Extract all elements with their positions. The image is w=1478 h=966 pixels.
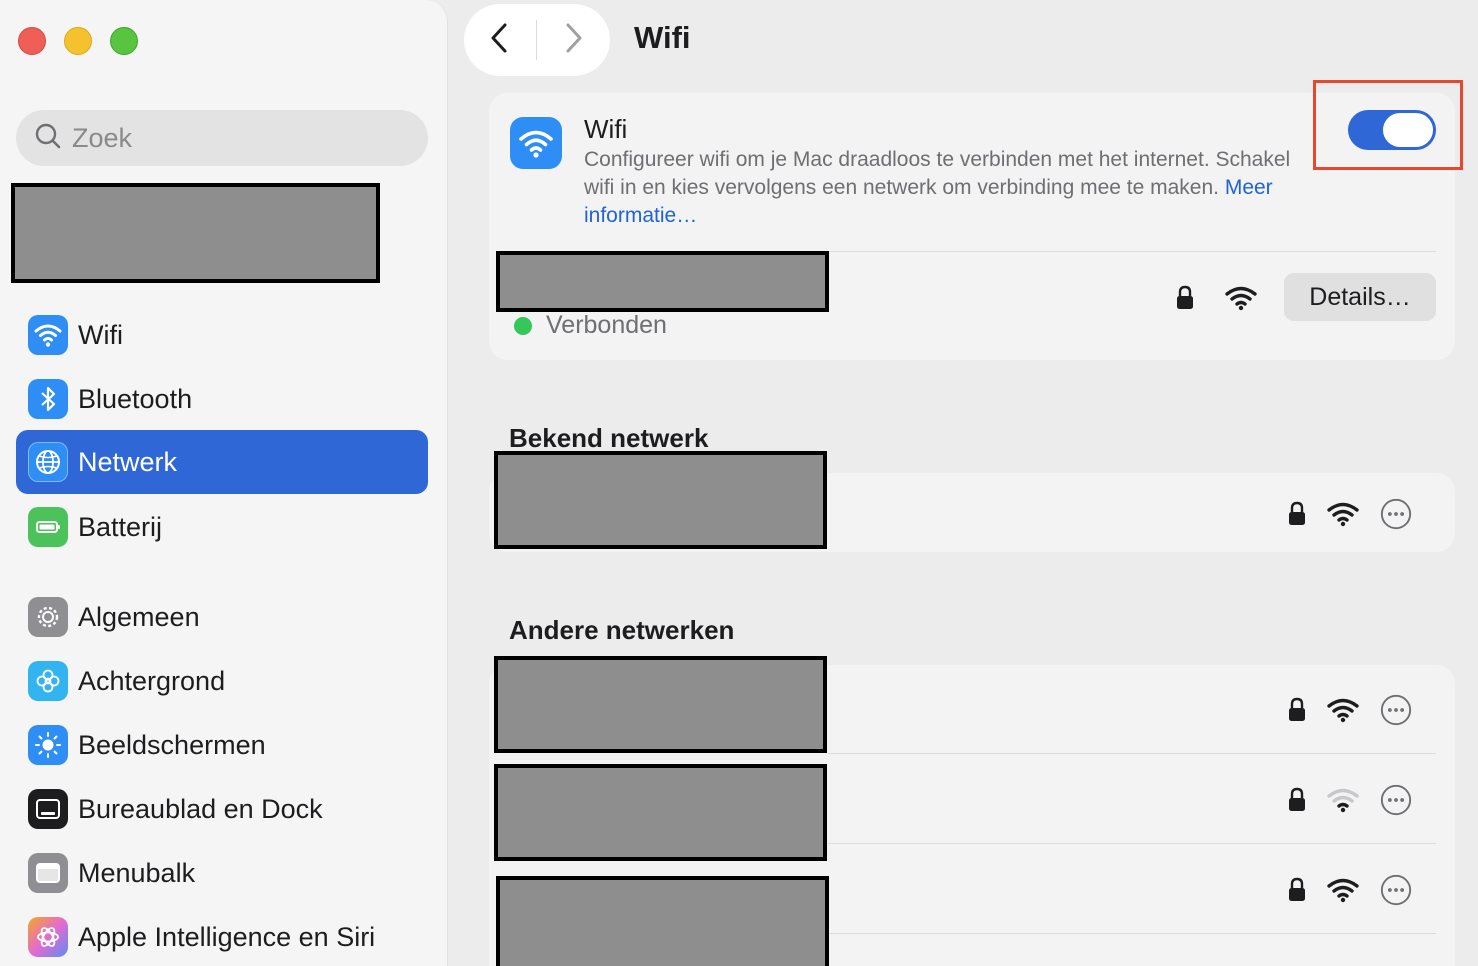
lock-icon bbox=[1172, 284, 1198, 312]
other-network-name-redacted[interactable] bbox=[494, 656, 827, 753]
flower-icon bbox=[28, 661, 68, 701]
details-button[interactable]: Details… bbox=[1284, 273, 1436, 321]
connected-status-text: Verbonden bbox=[546, 311, 667, 339]
gear-icon bbox=[28, 597, 68, 637]
sidebar: Wifi Bluetooth Netwerk Batterij Algemeen… bbox=[0, 0, 448, 966]
sidebar-item-label: Beeldschermen bbox=[78, 729, 266, 760]
sidebar-item-achtergrond[interactable]: Achtergrond bbox=[16, 649, 428, 713]
wifi-signal-icon bbox=[1224, 284, 1258, 312]
wifi-card-title: Wifi bbox=[584, 114, 628, 144]
main-content: Wifi Wifi Configureer wifi om je Mac dra… bbox=[448, 0, 1478, 966]
wifi-description-text: Configureer wifi om je Mac draadloos te … bbox=[584, 148, 1291, 199]
sidebar-item-label: Netwerk bbox=[78, 446, 178, 477]
search-icon bbox=[34, 122, 62, 155]
wifi-signal-weak-icon bbox=[1326, 786, 1360, 814]
sun-icon bbox=[28, 725, 68, 765]
sidebar-item-label: Apple Intelligence en Siri bbox=[78, 921, 376, 952]
lock-icon bbox=[1284, 876, 1310, 904]
chevron-right-icon bbox=[560, 22, 586, 59]
minimize-window-button[interactable] bbox=[64, 27, 92, 55]
account-redacted[interactable] bbox=[11, 183, 380, 283]
wifi-card-description: Configureer wifi om je Mac draadloos te … bbox=[584, 146, 1324, 230]
sidebar-item-label: Algemeen bbox=[78, 601, 200, 632]
more-options-icon[interactable] bbox=[1378, 872, 1414, 908]
sidebar-item-bureaublad-en-dock[interactable]: Bureaublad en Dock bbox=[16, 777, 428, 841]
sidebar-item-label: Batterij bbox=[78, 511, 163, 542]
zoom-window-button[interactable] bbox=[110, 27, 138, 55]
more-options-icon[interactable] bbox=[1378, 496, 1414, 532]
sidebar-item-label: Menubalk bbox=[78, 857, 196, 888]
sidebar-item-batterij[interactable]: Batterij bbox=[16, 495, 428, 559]
sidebar-item-netwerk[interactable]: Netwerk bbox=[16, 430, 428, 494]
divider bbox=[828, 933, 1436, 934]
lock-icon bbox=[1284, 696, 1310, 724]
wifi-signal-icon bbox=[1326, 696, 1360, 724]
wifi-icon bbox=[28, 315, 68, 355]
bluetooth-icon bbox=[28, 379, 68, 419]
wifi-app-icon bbox=[510, 117, 562, 169]
sidebar-item-apple-intelligence-en-siri[interactable]: Apple Intelligence en Siri bbox=[16, 905, 428, 966]
known-network-name-redacted[interactable] bbox=[494, 451, 827, 549]
sidebar-item-label: Bureaublad en Dock bbox=[78, 793, 323, 824]
known-networks-title: Bekend netwerk bbox=[509, 423, 709, 453]
sidebar-item-wifi[interactable]: Wifi bbox=[16, 303, 428, 367]
siri-icon bbox=[28, 917, 68, 957]
other-network-name-redacted[interactable] bbox=[494, 764, 827, 861]
connected-status-dot bbox=[514, 317, 532, 335]
forward-button[interactable] bbox=[537, 4, 609, 76]
other-networks-title: Andere netwerken bbox=[509, 615, 735, 645]
back-button[interactable] bbox=[464, 4, 536, 76]
chevron-left-icon bbox=[487, 22, 513, 59]
other-network-name-redacted[interactable] bbox=[496, 876, 829, 966]
sidebar-item-label: Achtergrond bbox=[78, 665, 226, 696]
sidebar-item-label: Wifi bbox=[78, 319, 123, 350]
search-input[interactable] bbox=[72, 122, 412, 154]
connected-network-name-redacted bbox=[496, 251, 829, 312]
close-window-button[interactable] bbox=[18, 27, 46, 55]
wifi-signal-icon bbox=[1326, 876, 1360, 904]
sidebar-item-bluetooth[interactable]: Bluetooth bbox=[16, 367, 428, 431]
wifi-toggle[interactable] bbox=[1348, 110, 1436, 150]
lock-icon bbox=[1284, 786, 1310, 814]
toggle-knob bbox=[1383, 113, 1433, 147]
lock-icon bbox=[1284, 500, 1310, 528]
sidebar-item-algemeen[interactable]: Algemeen bbox=[16, 585, 428, 649]
battery-icon bbox=[28, 507, 68, 547]
sidebar-item-menubalk[interactable]: Menubalk bbox=[16, 841, 428, 905]
divider bbox=[828, 843, 1436, 844]
sidebar-item-label: Bluetooth bbox=[78, 383, 193, 414]
globe-icon bbox=[28, 442, 68, 482]
dock-icon bbox=[28, 789, 68, 829]
divider bbox=[828, 753, 1436, 754]
more-options-icon[interactable] bbox=[1378, 692, 1414, 728]
more-options-icon[interactable] bbox=[1378, 782, 1414, 818]
wifi-signal-icon bbox=[1326, 500, 1360, 528]
menubar-icon bbox=[28, 853, 68, 893]
navigation-buttons bbox=[464, 4, 610, 76]
search-field[interactable] bbox=[16, 110, 428, 166]
sidebar-item-beeldschermen[interactable]: Beeldschermen bbox=[16, 713, 428, 777]
page-title: Wifi bbox=[634, 20, 691, 55]
